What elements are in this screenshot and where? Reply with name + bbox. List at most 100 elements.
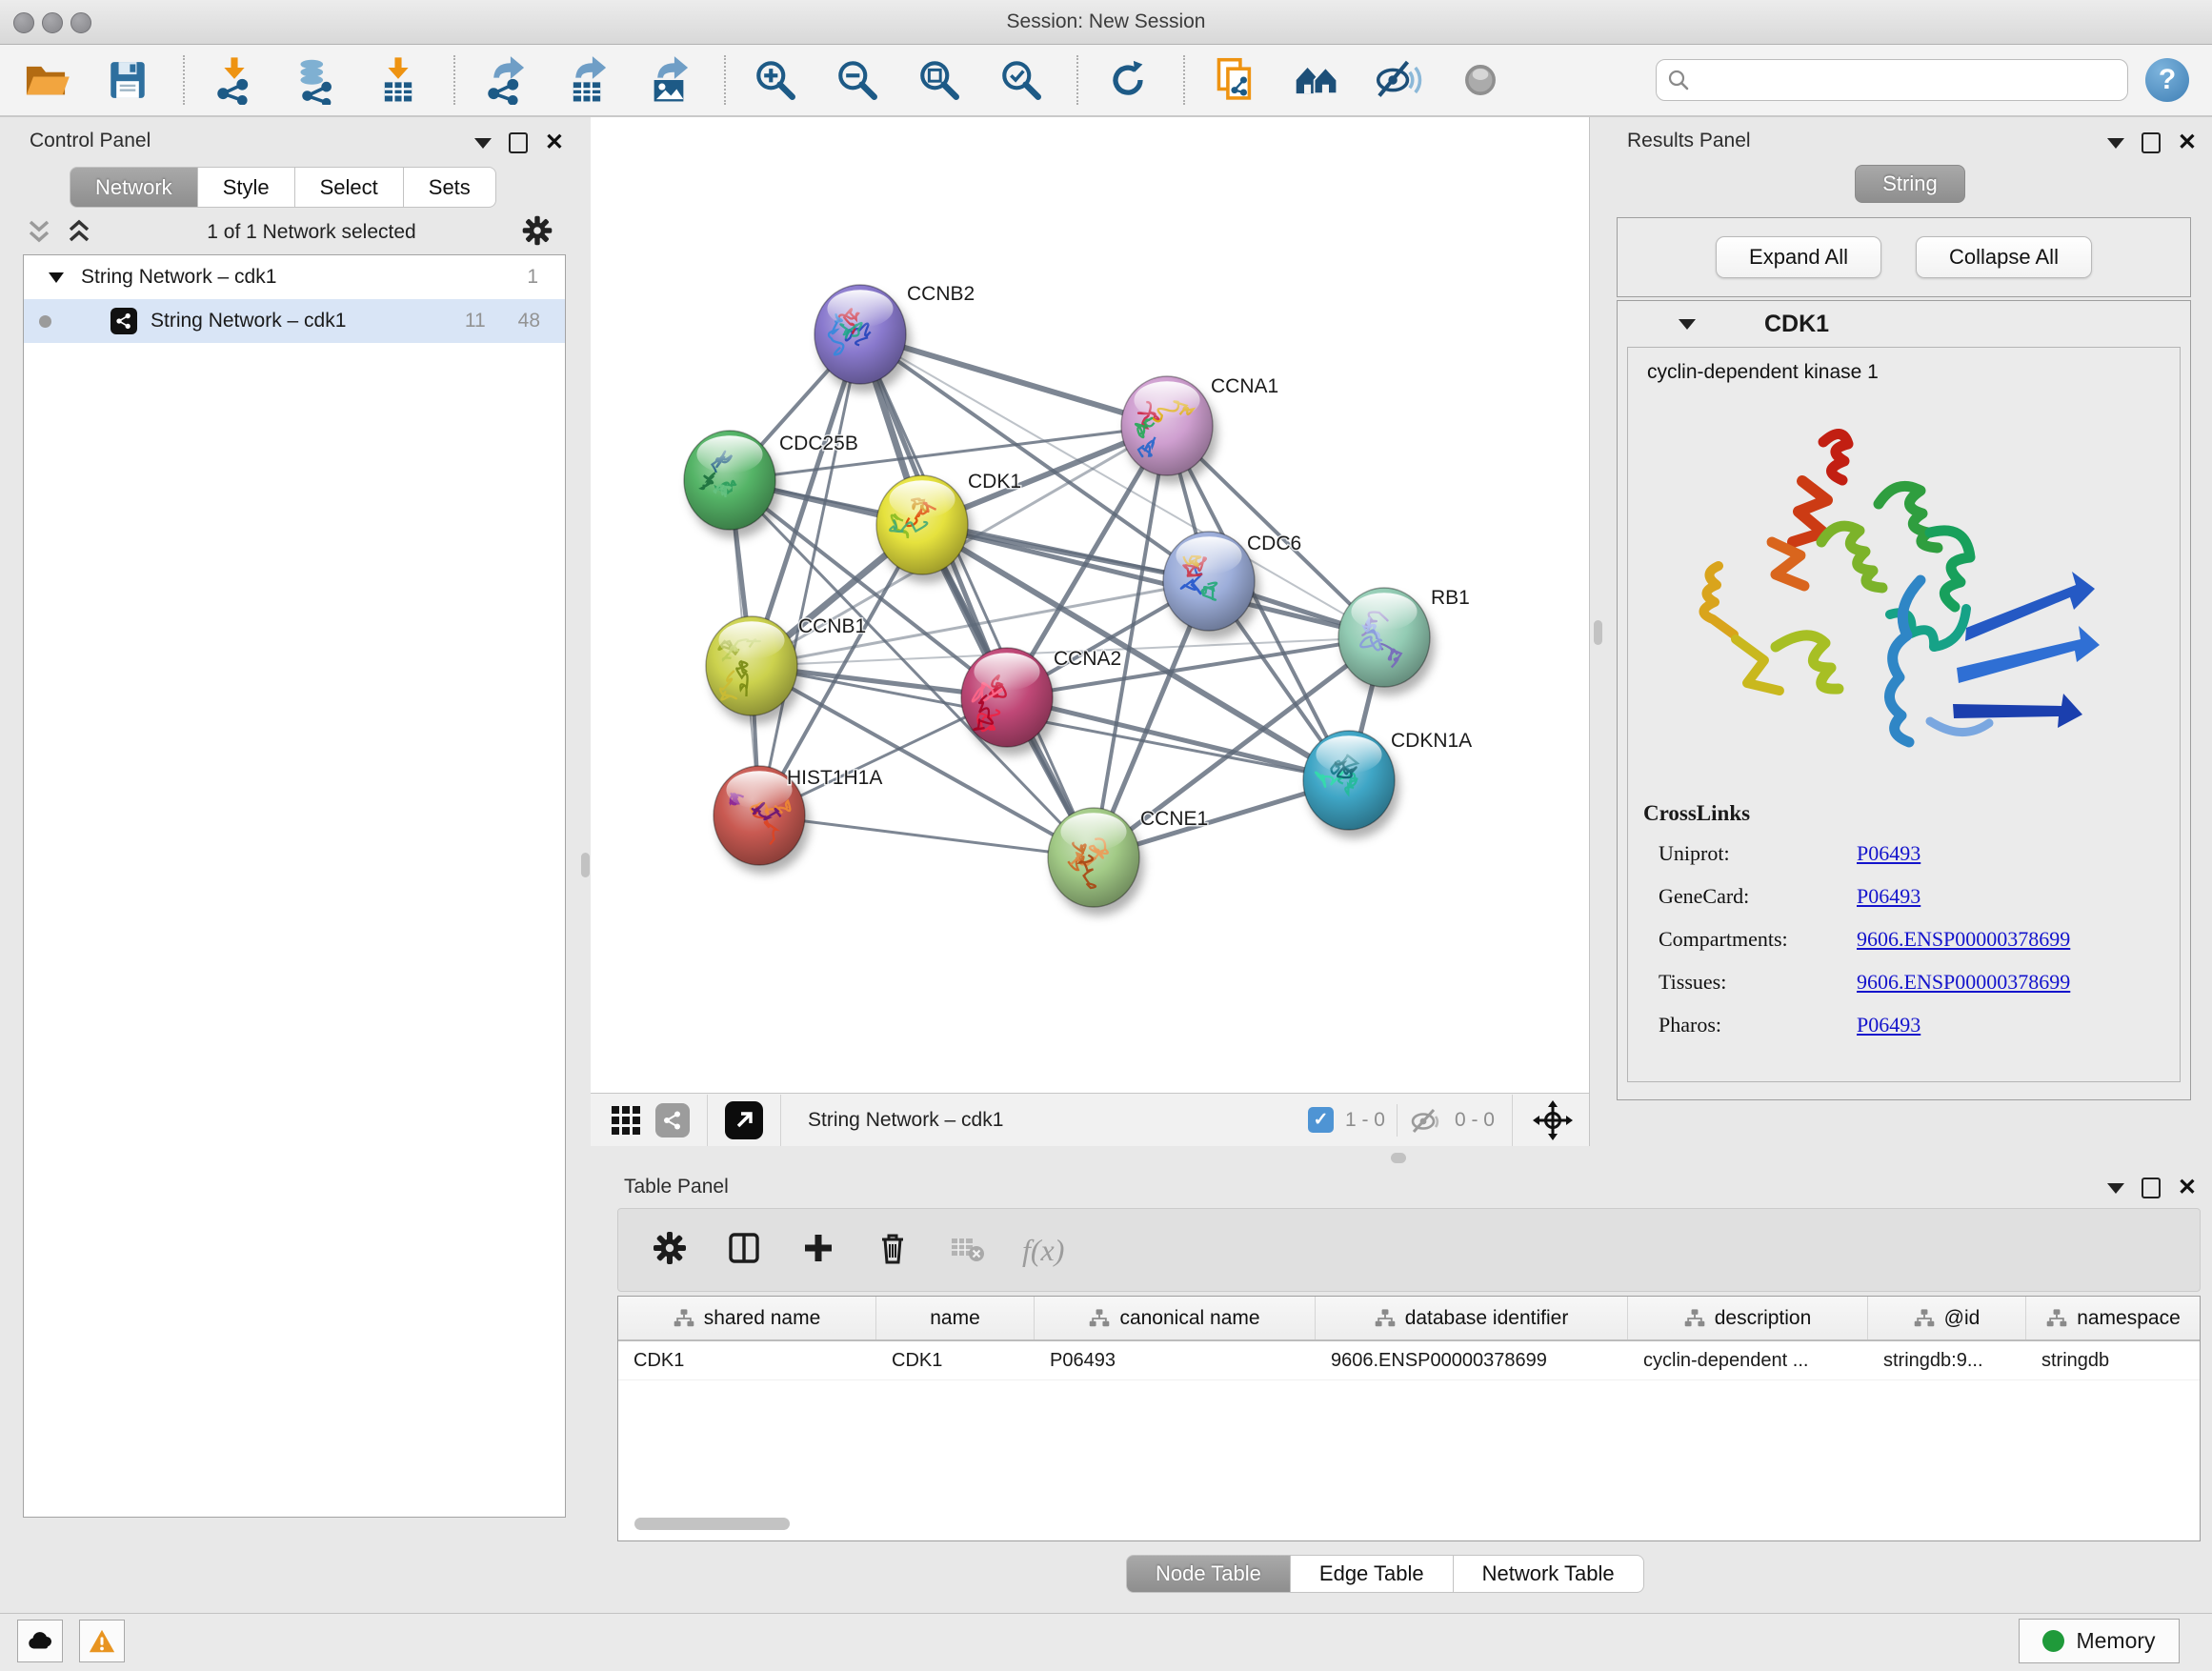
tab-edge-table[interactable]: Edge Table — [1291, 1555, 1454, 1593]
table-cell[interactable]: CDK1 — [618, 1341, 876, 1379]
tab-select[interactable]: Select — [295, 167, 404, 208]
network-node-CDKN1A[interactable]: CDKN1A — [1303, 730, 1472, 838]
zoom-selected-button[interactable] — [991, 50, 1052, 111]
open-session-button[interactable] — [15, 50, 76, 111]
import-network-button[interactable] — [204, 50, 265, 111]
network-collection-row[interactable]: String Network – cdk1 1 — [24, 255, 565, 299]
create-column-button[interactable] — [799, 1229, 837, 1272]
column-header-description[interactable]: description — [1628, 1297, 1868, 1339]
splitter-handle[interactable] — [1594, 620, 1602, 645]
crosslink-link[interactable]: 9606.ENSP00000378699 — [1857, 960, 2070, 1003]
save-session-button[interactable] — [97, 50, 158, 111]
network-canvas[interactable]: CCNB2CCNA1CDC25BCDK1CDC6RB1CCNB1CCNA2CDK… — [591, 117, 1589, 1093]
panel-float-icon[interactable] — [509, 132, 528, 153]
delete-table-button[interactable] — [948, 1229, 986, 1272]
export-network-button[interactable] — [474, 50, 535, 111]
crosslink-link[interactable]: P06493 — [1857, 875, 1920, 917]
selected-checkbox-icon[interactable]: ✓ — [1308, 1107, 1334, 1133]
panel-menu-icon[interactable] — [2107, 138, 2124, 149]
table-options-button[interactable] — [651, 1229, 689, 1272]
node-section-header[interactable]: CDK1 — [1618, 301, 2190, 347]
home-networks-button[interactable] — [1286, 50, 1347, 111]
show-columns-button[interactable] — [725, 1229, 763, 1272]
network-node-CDK1[interactable]: CDK1 — [876, 471, 1021, 583]
collapse-all-button[interactable]: Collapse All — [1916, 236, 2092, 278]
search-input[interactable] — [1699, 69, 2118, 92]
refresh-view-button[interactable] — [1097, 50, 1158, 111]
column-header-canonical-name[interactable]: canonical name — [1035, 1297, 1316, 1339]
section-disclosure-icon[interactable] — [1679, 319, 1696, 330]
panel-close-icon[interactable]: ✕ — [2178, 134, 2197, 151]
splitter-handle[interactable] — [581, 853, 590, 877]
expand-all-button[interactable]: Expand All — [1716, 236, 1881, 278]
table-horizontal-scrollbar[interactable] — [617, 1513, 2197, 1536]
column-header-shared-name[interactable]: shared name — [618, 1297, 876, 1339]
import-table-button[interactable] — [368, 50, 429, 111]
export-image-button[interactable] — [638, 50, 699, 111]
import-network-from-database-button[interactable] — [286, 50, 347, 111]
column-header-namespace[interactable]: namespace — [2026, 1297, 2201, 1339]
column-header-id[interactable]: @id — [1868, 1297, 2026, 1339]
network-options-button[interactable] — [520, 213, 554, 252]
table-cell[interactable]: stringdb:9... — [1868, 1341, 2026, 1379]
crosslink-link[interactable]: P06493 — [1857, 1003, 1920, 1046]
warnings-button[interactable] — [79, 1620, 125, 1662]
zoom-fit-button[interactable] — [909, 50, 970, 111]
network-thumbnail-button[interactable] — [655, 1103, 690, 1137]
tab-network[interactable]: Network — [70, 167, 198, 208]
network-row-selected[interactable]: String Network – cdk1 11 48 — [24, 299, 565, 343]
network-node-RB1[interactable]: RB1 — [1338, 587, 1470, 695]
column-header-name[interactable]: name — [876, 1297, 1035, 1339]
tab-node-table[interactable]: Node Table — [1126, 1555, 1291, 1593]
panel-float-icon[interactable] — [2142, 132, 2161, 153]
function-builder-button[interactable]: f(x) — [1022, 1233, 1064, 1268]
zoom-in-button[interactable] — [745, 50, 806, 111]
network-node-CCNE1[interactable]: CCNE1 — [1048, 808, 1208, 916]
table-cell[interactable]: CDK1 — [876, 1341, 1035, 1379]
crosslink-link[interactable]: 9606.ENSP00000378699 — [1857, 917, 2070, 960]
hide-selected-button[interactable] — [1368, 50, 1429, 111]
tab-network-table[interactable]: Network Table — [1454, 1555, 1644, 1593]
grid-view-button[interactable] — [612, 1106, 640, 1135]
export-table-button[interactable] — [556, 50, 617, 111]
column-header-database-identifier[interactable]: database identifier — [1316, 1297, 1628, 1339]
show-all-button[interactable] — [1450, 50, 1511, 111]
horizontal-splitter[interactable] — [591, 1146, 2212, 1170]
network-edge-CCNB2-CCNE1[interactable] — [860, 334, 1094, 857]
panel-close-icon[interactable]: ✕ — [545, 134, 564, 151]
expand-all-chevron-icon[interactable] — [63, 218, 95, 247]
disclosure-triangle-icon[interactable] — [49, 272, 64, 283]
help-button[interactable]: ? — [2145, 58, 2189, 102]
network-node-CCNA1[interactable]: CCNA1 — [1121, 375, 1278, 484]
crosslink-link[interactable]: P06493 — [1857, 832, 1920, 875]
panel-menu-icon[interactable] — [2107, 1183, 2124, 1194]
table-cell[interactable]: P06493 — [1035, 1341, 1316, 1379]
network-node-HIST1H1A[interactable]: HIST1H1A — [714, 766, 882, 874]
tab-string[interactable]: String — [1855, 165, 1964, 203]
zoom-out-button[interactable] — [827, 50, 888, 111]
tab-sets[interactable]: Sets — [404, 167, 496, 208]
network-node-CCNB2[interactable]: CCNB2 — [814, 283, 975, 393]
table-cell[interactable]: 9606.ENSP00000378699 — [1316, 1341, 1628, 1379]
vertical-splitter-right[interactable] — [1589, 117, 1609, 1146]
network-node-CDC6[interactable]: CDC6 — [1163, 532, 1301, 639]
network-edge-CCNB2-HIST1H1A[interactable] — [759, 334, 860, 815]
table-cell[interactable]: stringdb — [2026, 1341, 2201, 1379]
splitter-handle[interactable] — [1391, 1153, 1406, 1163]
table-row[interactable]: CDK1CDK1P064939606.ENSP00000378699cyclin… — [618, 1341, 2200, 1380]
node-gloss — [1316, 735, 1381, 774]
panel-menu-icon[interactable] — [474, 138, 492, 149]
delete-column-button[interactable] — [874, 1229, 912, 1272]
tab-style[interactable]: Style — [198, 167, 295, 208]
scrollbar-thumb[interactable] — [634, 1518, 790, 1530]
collapse-all-chevron-icon[interactable] — [23, 218, 55, 247]
panel-float-icon[interactable] — [2142, 1178, 2161, 1198]
birds-eye-toggle-button[interactable] — [1532, 1099, 1574, 1141]
clone-network-button[interactable] — [1204, 50, 1265, 111]
memory-button[interactable]: Memory — [2019, 1619, 2180, 1663]
panel-close-icon[interactable]: ✕ — [2178, 1179, 2197, 1197]
table-cell[interactable]: cyclin-dependent ... — [1628, 1341, 1868, 1379]
cloud-status-button[interactable] — [17, 1620, 63, 1662]
detach-view-button[interactable] — [725, 1101, 763, 1139]
network-node-CCNA2[interactable]: CCNA2 — [961, 648, 1121, 755]
